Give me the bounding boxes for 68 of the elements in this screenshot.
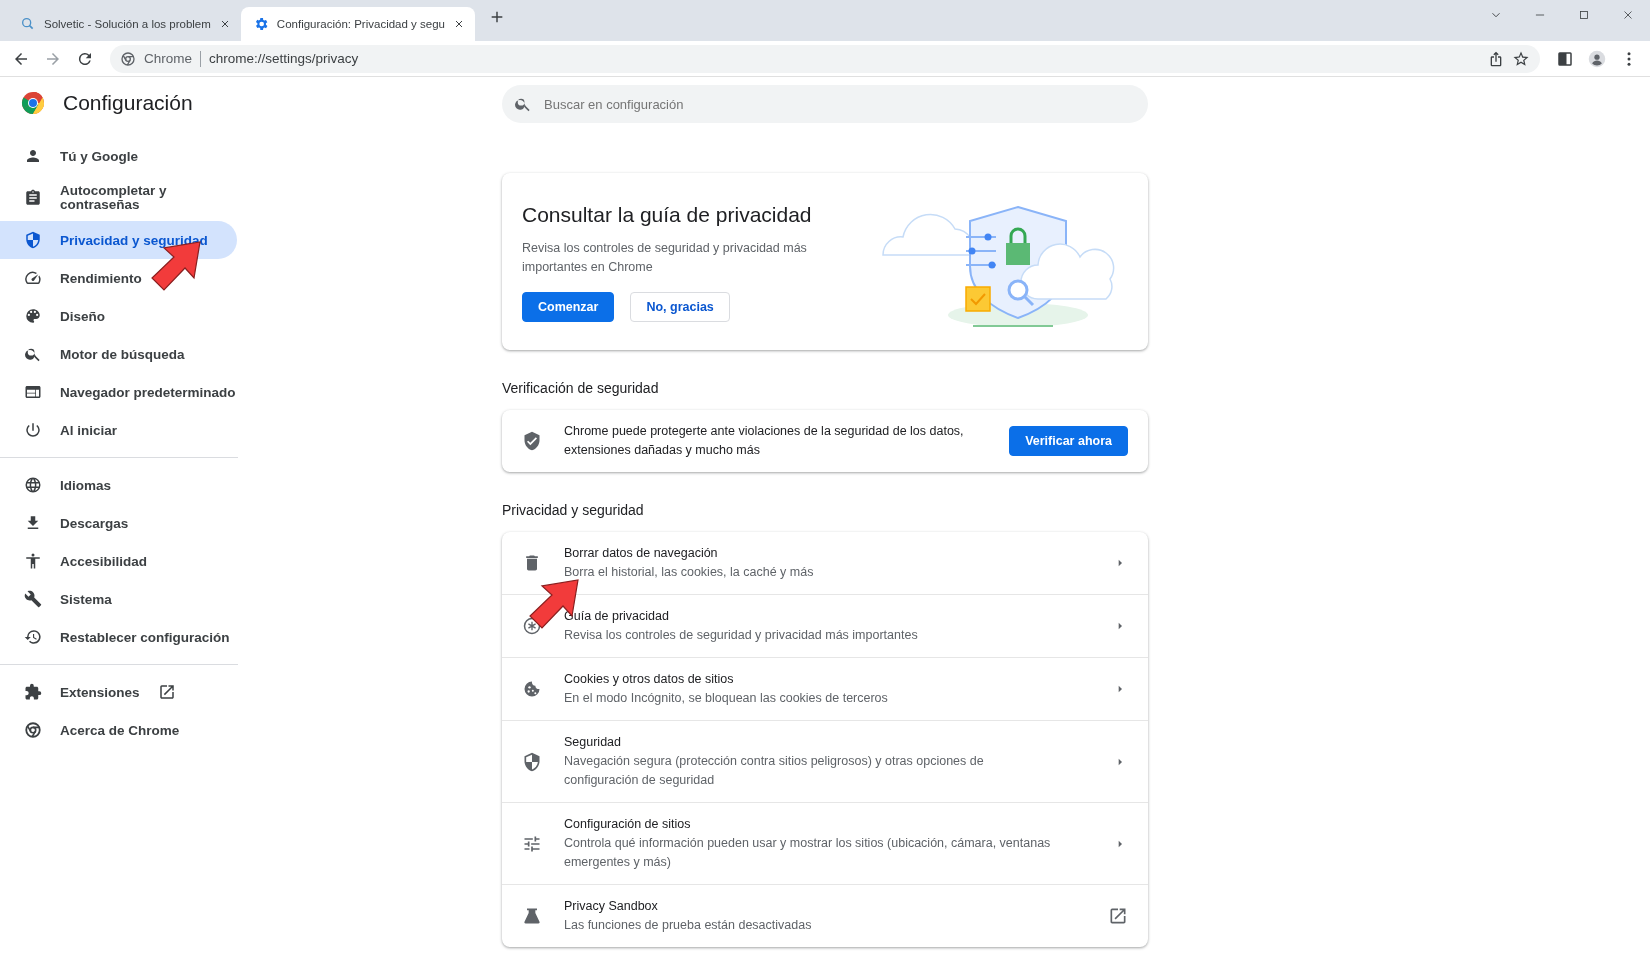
sidebar-item[interactable]: Diseño bbox=[0, 297, 237, 335]
sidebar-item[interactable]: Restablecer configuración bbox=[0, 618, 237, 656]
shield-icon bbox=[24, 231, 42, 249]
sidebar-item[interactable]: Rendimiento bbox=[0, 259, 237, 297]
sidebar-item[interactable]: Motor de búsqueda bbox=[0, 335, 237, 373]
shield-check-icon bbox=[522, 431, 542, 451]
chrome-icon bbox=[24, 721, 42, 739]
sidebar-item[interactable]: Acerca de Chrome bbox=[0, 711, 237, 749]
sidebar-item[interactable]: Accesibilidad bbox=[0, 542, 237, 580]
card-title: Consultar la guía de privacidad bbox=[522, 203, 813, 227]
search-field[interactable]: Buscar en configuración bbox=[502, 85, 1148, 123]
row-subtitle: Navegación segura (protección contra sitios peligrosos) y otras opciones de configuración de seguridad bbox=[564, 753, 985, 789]
row-title: Cookies y otros datos de sitios bbox=[564, 671, 735, 688]
section-heading: Privacidad y seguridad bbox=[502, 501, 645, 520]
sidebar-item[interactable]: Descargas bbox=[0, 504, 237, 542]
profile-icon[interactable] bbox=[1588, 49, 1606, 68]
page-title: Configuración bbox=[63, 91, 193, 115]
row-title: Seguridad bbox=[564, 734, 622, 751]
browser-window-icon bbox=[24, 383, 42, 401]
chrome-logo-icon bbox=[21, 91, 45, 115]
sidebar-item[interactable]: Navegador predeterminado bbox=[0, 373, 237, 411]
settings-row[interactable]: Cookies y otros datos de sitios En el modo Incógnito, se bloquean las cookies de terceros bbox=[502, 658, 1148, 721]
speedometer-icon bbox=[24, 269, 42, 287]
sidebar-item[interactable]: Idiomas bbox=[0, 466, 237, 504]
dismiss-button[interactable]: No, gracias bbox=[630, 292, 730, 322]
settings-row[interactable]: Privacy Sandbox Las funciones de prueba están desactivadas bbox=[502, 885, 1148, 947]
clipboard-icon bbox=[24, 189, 42, 207]
row-title: Configuración de sitios bbox=[564, 816, 692, 833]
row-title: Borrar datos de navegación bbox=[564, 545, 719, 562]
palette-icon bbox=[24, 307, 42, 325]
cookie-icon bbox=[522, 679, 542, 699]
start-button[interactable]: Comenzar bbox=[522, 292, 615, 322]
browser-tab[interactable]: Configuración: Privacidad y segu bbox=[240, 7, 475, 41]
sidebar-item[interactable]: Autocompletar y contraseñas bbox=[0, 175, 237, 221]
card-description: Revisa los controles de seguridad y privacidad más importantes en Chrome bbox=[522, 240, 808, 276]
settings-row[interactable]: Configuración de sitios Controla qué información pueden usar y mostrar los sitios (ubicación, cámara, ventanas emergentes y más) bbox=[502, 803, 1148, 885]
safety-check-text: Chrome puede protegerte ante violaciones de la seguridad de los datos, extensiones dañadas y mucho más bbox=[564, 423, 965, 459]
accessibility-icon bbox=[24, 552, 42, 570]
maximize-icon[interactable] bbox=[1577, 8, 1591, 22]
puzzle-icon bbox=[24, 683, 42, 701]
history-icon bbox=[24, 628, 42, 646]
row-subtitle: Controla qué información pueden usar y mostrar los sitios (ubicación, cámara, ventanas emergentes y más) bbox=[564, 835, 1052, 871]
sidebar-item[interactable]: Sistema bbox=[0, 580, 237, 618]
check-now-button[interactable]: Verificar ahora bbox=[1009, 426, 1128, 456]
row-subtitle: Revisa los controles de seguridad y privacidad más importantes bbox=[564, 627, 919, 644]
search-icon bbox=[20, 16, 36, 32]
sidebar-item[interactable]: Tú y Google bbox=[0, 137, 237, 175]
wrench-icon bbox=[24, 590, 42, 608]
chrome-icon bbox=[120, 50, 136, 67]
shield-icon bbox=[522, 751, 542, 772]
person-icon bbox=[24, 147, 42, 165]
browser-tab[interactable]: Solvetic - Solución a los problem bbox=[8, 7, 241, 41]
address-bar[interactable]: Chrome chrome://settings/privacy bbox=[110, 44, 1540, 73]
row-title: Privacy Sandbox bbox=[564, 898, 659, 915]
section-heading: Verificación de seguridad bbox=[502, 379, 660, 398]
side-panel-icon[interactable] bbox=[1556, 49, 1574, 68]
settings-row[interactable]: Seguridad Navegación segura (protección contra sitios peligrosos) y otras opciones de configuración de seguridad bbox=[502, 721, 1148, 803]
share-icon[interactable] bbox=[1488, 50, 1504, 67]
external-link-icon bbox=[157, 683, 176, 701]
power-icon bbox=[24, 421, 42, 439]
external-link-icon[interactable] bbox=[1108, 906, 1128, 926]
row-subtitle: En el modo Incógnito, se bloquean las cookies de terceros bbox=[564, 690, 889, 707]
row-subtitle: Borra el historial, las cookies, la caché y más bbox=[564, 564, 815, 581]
flask-icon bbox=[522, 906, 542, 926]
sidebar-item[interactable]: Al iniciar bbox=[0, 411, 237, 449]
globe-icon bbox=[24, 476, 42, 494]
sidebar-item[interactable]: Extensiones bbox=[0, 673, 237, 711]
row-subtitle: Las funciones de prueba están desactivadas bbox=[564, 917, 813, 934]
